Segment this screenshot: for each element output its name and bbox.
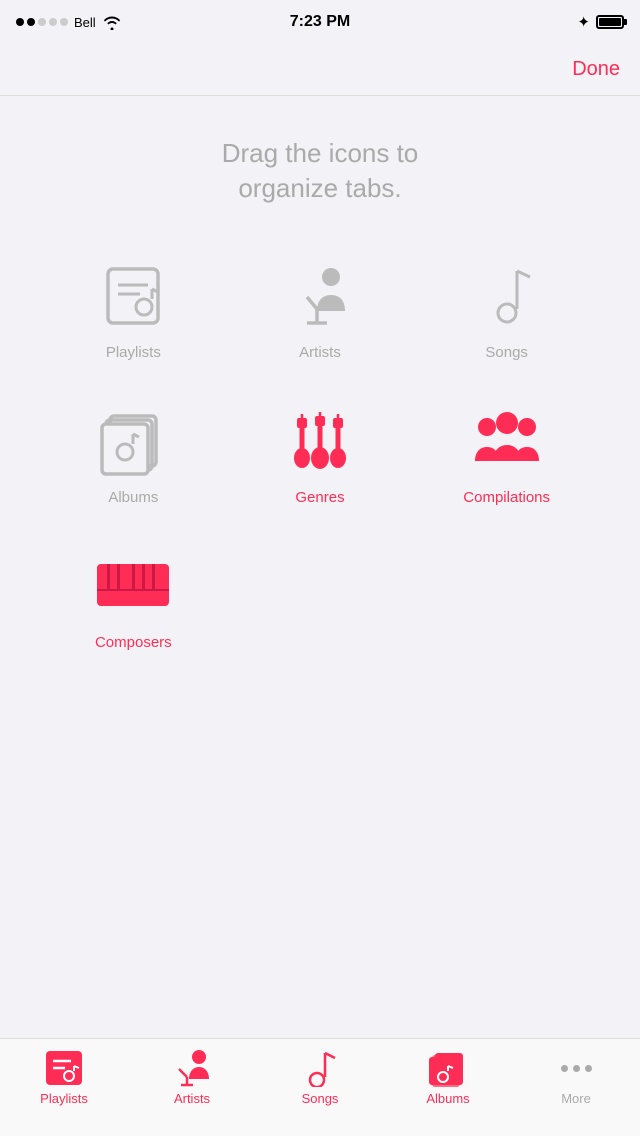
grid-item-artists[interactable]: Artists	[227, 256, 414, 361]
compilations-icon	[471, 409, 543, 474]
more-dot-3	[585, 1065, 592, 1072]
signal-dot-4	[49, 18, 57, 26]
tab-albums[interactable]: Albums	[384, 1049, 512, 1106]
albums-icon-wrapper	[93, 401, 173, 481]
tab-playlists-label: Playlists	[40, 1091, 88, 1106]
tab-songs-label: Songs	[302, 1091, 339, 1106]
bluetooth-icon: ✦	[577, 13, 590, 31]
artists-icon-wrapper	[280, 256, 360, 336]
tab-albums-icon	[424, 1049, 472, 1087]
genres-label: Genres	[295, 489, 344, 506]
grid-item-genres[interactable]: Genres	[227, 401, 414, 506]
composers-icon	[93, 556, 173, 616]
icon-grid: Playlists Artists	[20, 256, 620, 651]
playlists-label: Playlists	[106, 344, 161, 361]
signal-dot-2	[27, 18, 35, 26]
composers-icon-wrapper	[93, 546, 173, 626]
signal-dot-5	[60, 18, 68, 26]
more-dot-1	[561, 1065, 568, 1072]
artists-label: Artists	[299, 344, 341, 361]
compilations-icon-wrapper	[467, 401, 547, 481]
composers-label: Composers	[95, 634, 172, 651]
more-dot-2	[573, 1065, 580, 1072]
tab-more-label: More	[561, 1091, 591, 1106]
genres-icon-wrapper	[280, 401, 360, 481]
grid-item-albums[interactable]: Albums	[40, 401, 227, 506]
grid-item-songs[interactable]: Songs	[413, 256, 600, 361]
artists-icon	[285, 261, 355, 331]
songs-icon	[472, 261, 542, 331]
tab-artists-label: Artists	[174, 1091, 210, 1106]
main-content: Drag the icons toorganize tabs. Playlist…	[0, 96, 640, 671]
tab-songs[interactable]: Songs	[256, 1049, 384, 1106]
albums-icon	[98, 406, 168, 476]
battery-icon	[596, 15, 624, 29]
carrier-label: Bell	[74, 15, 96, 30]
tab-artists[interactable]: Artists	[128, 1049, 256, 1106]
albums-label: Albums	[108, 489, 158, 506]
grid-item-playlists[interactable]: Playlists	[40, 256, 227, 361]
songs-label: Songs	[485, 344, 528, 361]
songs-icon-wrapper	[467, 256, 547, 336]
status-left: Bell	[16, 15, 122, 30]
signal-dot-3	[38, 18, 46, 26]
signal-dots	[16, 18, 68, 26]
status-bar: Bell 7:23 PM ✦	[0, 0, 640, 44]
tab-playlists-icon	[40, 1049, 88, 1087]
signal-dot-1	[16, 18, 24, 26]
genres-icon	[284, 406, 356, 476]
tab-more[interactable]: More	[512, 1049, 640, 1106]
playlists-icon	[98, 261, 168, 331]
time-display: 7:23 PM	[290, 13, 350, 31]
grid-item-composers[interactable]: Composers	[40, 546, 227, 651]
status-right: ✦	[577, 13, 624, 31]
playlists-icon-wrapper	[93, 256, 173, 336]
battery-fill	[599, 18, 621, 26]
tab-songs-icon	[296, 1049, 344, 1087]
tab-playlists[interactable]: Playlists	[0, 1049, 128, 1106]
wifi-icon	[102, 15, 122, 30]
nav-bar: Done	[0, 44, 640, 96]
tab-bar: Playlists Artists Songs	[0, 1038, 640, 1136]
more-dots	[561, 1049, 592, 1087]
tab-albums-label: Albums	[426, 1091, 469, 1106]
tab-artists-icon	[168, 1049, 216, 1087]
instruction-text: Drag the icons toorganize tabs.	[20, 136, 620, 206]
grid-item-compilations[interactable]: Compilations	[413, 401, 600, 506]
done-button[interactable]: Done	[572, 58, 620, 81]
tab-more-icon	[552, 1049, 600, 1087]
compilations-label: Compilations	[463, 489, 550, 506]
